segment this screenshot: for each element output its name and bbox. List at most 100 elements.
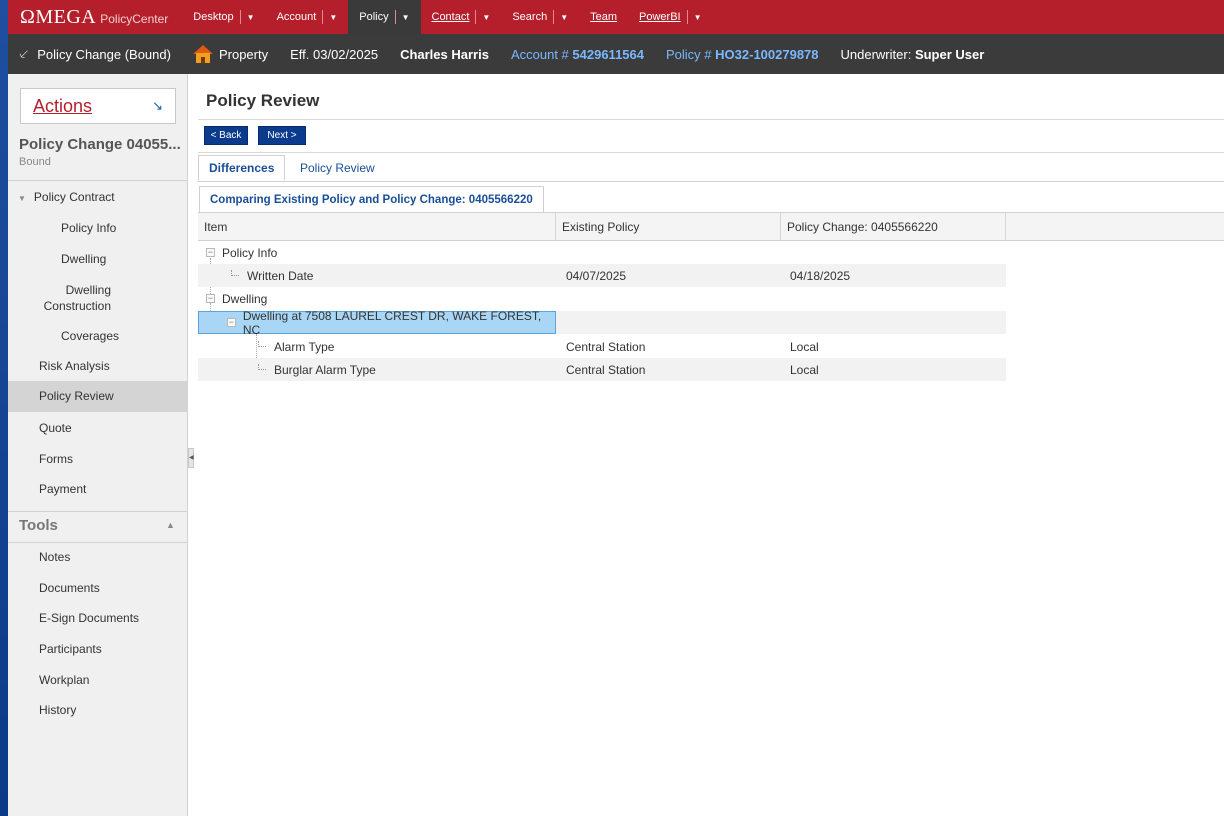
sidebar-tool-documents[interactable]: Documents: [8, 581, 188, 595]
underwriter-label: Underwriter:: [840, 46, 912, 62]
table-row[interactable]: − Policy Info: [198, 241, 1006, 264]
differences-table-header: Item Existing Policy Policy Change: 0405…: [198, 213, 1224, 241]
subtab-comparison[interactable]: Comparing Existing Policy and Policy Cha…: [199, 186, 544, 212]
policy-number-link[interactable]: Policy # HO32-100279878: [666, 47, 819, 62]
logo-mark: ΩMEGA: [20, 5, 97, 28]
row-item: Dwelling: [222, 291, 268, 306]
column-header-policy-change[interactable]: Policy Change: 0405566220: [781, 213, 1006, 241]
chevron-down-icon[interactable]: ▼: [694, 13, 702, 22]
chevron-down-icon[interactable]: ▼: [402, 13, 410, 22]
sidebar-item-policy-info[interactable]: Policy Info: [8, 221, 188, 235]
collapse-triangle-icon[interactable]: ▼: [18, 194, 26, 203]
row-item: Dwelling at 7508 LAUREL CREST DR, WAKE F…: [242, 308, 542, 337]
nav-policy[interactable]: Policy ▼: [348, 0, 421, 34]
house-icon: [192, 45, 213, 63]
collapse-minus-icon[interactable]: −: [206, 294, 215, 303]
transaction-status[interactable]: ⸔ Policy Change (Bound): [18, 44, 171, 64]
chevron-down-icon[interactable]: ▼: [482, 13, 490, 22]
sidebar-tool-history[interactable]: History: [8, 703, 188, 717]
desktop-edge: [0, 0, 8, 816]
back-button[interactable]: < Back: [204, 126, 248, 145]
sidebar-section-policy-contract[interactable]: ▼ Policy Contract: [8, 190, 188, 204]
nav-powerbi[interactable]: PowerBI ▼: [628, 0, 713, 34]
main-content: Policy Review < Back Next > Differences …: [198, 74, 1224, 816]
collapse-minus-icon[interactable]: −: [227, 318, 236, 327]
tree-leaf-line: [258, 340, 266, 347]
sidebar-item-dwelling-construction[interactable]: Dwelling Construction: [8, 282, 111, 314]
row-item: Burglar Alarm Type: [274, 362, 376, 377]
sidebar-item-quote[interactable]: Quote: [8, 421, 188, 435]
nav-separator: [322, 10, 324, 24]
collapse-up-icon[interactable]: ▲: [166, 520, 175, 530]
tools-header[interactable]: Tools: [19, 517, 58, 534]
nav-contact-label: Contact: [431, 11, 470, 23]
table-row[interactable]: Written Date 04/07/2025 04/18/2025: [198, 264, 1006, 287]
chevron-down-icon[interactable]: ▼: [247, 13, 255, 22]
row-item: Written Date: [247, 268, 314, 283]
tab-policy-review[interactable]: Policy Review: [290, 155, 385, 181]
policy-change-title: Policy Change 04055...: [19, 136, 181, 153]
account-number-link[interactable]: Account # 5429611564: [511, 47, 644, 62]
chevron-down-icon[interactable]: ▼: [560, 13, 568, 22]
column-header-item[interactable]: Item: [198, 213, 556, 241]
underwriter-name: Super User: [914, 46, 985, 62]
nav-team[interactable]: Team: [579, 0, 628, 34]
page-title: Policy Review: [206, 91, 320, 110]
row-item: Policy Info: [222, 245, 278, 260]
table-row[interactable]: Alarm Type Central Station Local: [198, 335, 1006, 358]
row-existing-value: 04/07/2025: [566, 268, 627, 283]
nav-separator: [475, 10, 477, 24]
sidebar-item-risk-analysis[interactable]: Risk Analysis: [8, 359, 188, 373]
table-row[interactable]: − Dwelling: [198, 287, 1006, 310]
divider: [198, 152, 1224, 153]
sidebar-tool-workplan[interactable]: Workplan: [8, 673, 188, 687]
next-button[interactable]: Next >: [258, 126, 306, 145]
collapse-minus-icon[interactable]: −: [206, 248, 215, 257]
section-label: Policy Contract: [33, 190, 115, 204]
line-of-business[interactable]: Property: [192, 45, 268, 63]
table-row[interactable]: Burglar Alarm Type Central Station Local: [198, 358, 1006, 381]
sidebar-item-forms[interactable]: Forms: [8, 452, 188, 466]
sidebar-item-dwelling[interactable]: Dwelling: [8, 252, 188, 266]
column-header-existing-policy[interactable]: Existing Policy: [556, 213, 781, 241]
nav-desktop[interactable]: Desktop ▼: [182, 0, 265, 34]
left-sidebar: Actions ↘ Policy Change 04055... Bound ▼…: [8, 74, 188, 816]
row-item: Alarm Type: [274, 339, 335, 354]
insured-name[interactable]: Charles Harris: [400, 47, 489, 62]
nav-account[interactable]: Account ▼: [266, 0, 349, 34]
sidebar-tool-participants[interactable]: Participants: [8, 642, 188, 656]
nav-contact[interactable]: Contact ▼: [421, 0, 502, 34]
sidebar-item-payment[interactable]: Payment: [8, 482, 188, 496]
actions-button[interactable]: Actions ↘: [20, 88, 176, 124]
tab-differences[interactable]: Differences: [198, 155, 286, 181]
nav-search[interactable]: Search ▼: [501, 0, 579, 34]
nav-separator: [553, 10, 555, 24]
policy-change-status: Bound: [19, 156, 51, 168]
policy-info-bar: ⸔ Policy Change (Bound) Property Eff. 03…: [8, 34, 1224, 74]
effective-date: Eff. 03/02/2025: [290, 46, 379, 62]
policy-label: Policy #: [666, 46, 712, 62]
table-row-selected[interactable]: − Dwelling at 7508 LAUREL CREST DR, WAKE …: [198, 308, 1006, 337]
underwriter: Underwriter: Super User: [841, 47, 985, 62]
nav-account-label: Account: [276, 11, 317, 23]
arrow-down-right-icon: ↘: [152, 98, 163, 113]
sidebar-tool-esign-documents[interactable]: E-Sign Documents: [8, 611, 188, 625]
tree-leaf-line: [258, 363, 266, 370]
row-change-value: Local: [790, 362, 819, 377]
actions-label: Actions: [33, 95, 93, 116]
nav-search-label: Search: [512, 11, 548, 23]
row-existing-value: Central Station: [566, 339, 646, 354]
sidebar-collapse-handle[interactable]: ◀: [188, 448, 194, 468]
sidebar-divider: [8, 180, 188, 181]
sidebar-tool-notes[interactable]: Notes: [8, 550, 188, 564]
sidebar-divider: [8, 511, 188, 512]
app-logo[interactable]: ΩMEGA PolicyCenter: [20, 6, 168, 29]
chevron-down-icon[interactable]: ▼: [329, 13, 337, 22]
sidebar-item-coverages[interactable]: Coverages: [8, 329, 188, 343]
top-navigation-bar: ΩMEGA PolicyCenter Desktop ▼ Account ▼ Pol…: [8, 0, 1224, 34]
sidebar-item-policy-review[interactable]: Policy Review: [8, 381, 188, 412]
nav-powerbi-label: PowerBI: [639, 11, 681, 23]
selected-row-highlight[interactable]: − Dwelling at 7508 LAUREL CREST DR, WAKE …: [198, 308, 556, 337]
nav-desktop-label: Desktop: [193, 11, 234, 23]
account-label: Account #: [510, 46, 569, 62]
